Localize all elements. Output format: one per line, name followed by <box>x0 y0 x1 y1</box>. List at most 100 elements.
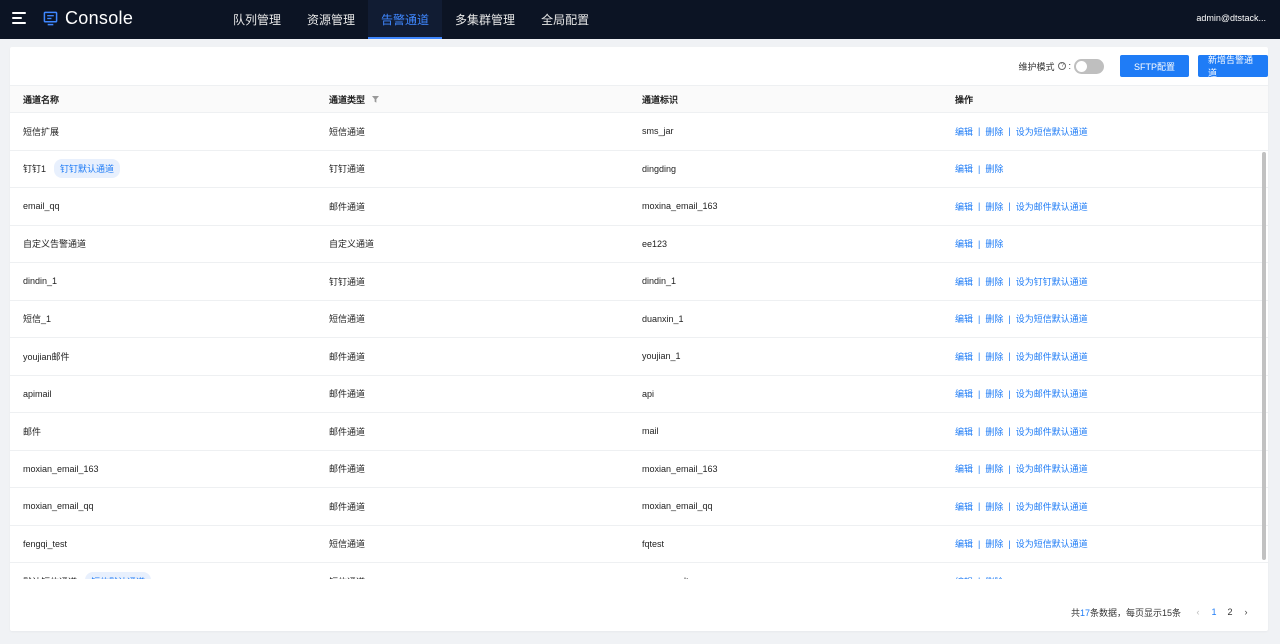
delete-link[interactable]: 删除 <box>985 312 1003 325</box>
cell-channel-id: api <box>642 388 655 399</box>
main-nav: 队列管理 资源管理 告警通道 多集群管理 全局配置 <box>220 0 602 39</box>
cell-actions: 编辑 | 删除 | 设为邮件默认通道 <box>955 451 1088 488</box>
nav-alert-channel[interactable]: 告警通道 <box>368 0 443 39</box>
table-row: moxian_email_qq 邮件通道 moxian_email_qq 编辑 | 删除 |… <box>10 488 1268 526</box>
edit-link[interactable]: 编辑 <box>955 237 973 250</box>
edit-link[interactable]: 编辑 <box>955 125 973 138</box>
table-header: 通道名称 通道类型 通道标识 操作 <box>10 85 1268 113</box>
channel-name-text: 默认短信通道 <box>23 575 77 579</box>
table-row: email_qq 邮件通道 moxina_email_163 编辑 | 删除 | 设为邮件默认… <box>10 188 1268 226</box>
maintenance-colon: : <box>1068 61 1071 71</box>
set-default-channel-link[interactable]: 设为邮件默认通道 <box>1016 462 1088 475</box>
next-page-chevron-right-icon[interactable]: › <box>1238 604 1254 620</box>
maintenance-mode-toggle[interactable] <box>1074 58 1104 74</box>
set-default-channel-link[interactable]: 设为钉钉默认通道 <box>1016 275 1088 288</box>
action-separator: | <box>978 276 981 287</box>
table-scrollbar[interactable] <box>1262 152 1266 560</box>
cell-channel-type: 邮件通道 <box>329 464 366 475</box>
edit-link[interactable]: 编辑 <box>955 162 973 175</box>
pagination-bar: 共17条数据，每页显示15条 ‹ 1 2 › <box>1071 593 1268 631</box>
delete-link[interactable]: 删除 <box>985 350 1003 363</box>
edit-link[interactable]: 编辑 <box>955 425 973 438</box>
column-header-actions: 操作 <box>955 94 974 105</box>
nav-queue-management[interactable]: 队列管理 <box>220 0 294 39</box>
page-2-button[interactable]: 2 <box>1222 604 1238 620</box>
delete-link[interactable]: 删除 <box>985 425 1003 438</box>
filter-icon[interactable] <box>372 95 380 103</box>
delete-link[interactable]: 删除 <box>985 537 1003 550</box>
set-default-channel-link[interactable]: 设为邮件默认通道 <box>1016 387 1088 400</box>
brand-title: Console <box>65 8 134 28</box>
table-row: 短信_1 短信通道 duanxin_1 编辑 | 删除 | 设为短信默认通道 <box>10 301 1268 338</box>
set-default-channel-link[interactable]: 设为邮件默认通道 <box>1016 425 1088 438</box>
nav-resource-management[interactable]: 资源管理 <box>294 0 368 39</box>
delete-link[interactable]: 删除 <box>985 462 1003 475</box>
channel-name-text: 自定义告警通道 <box>23 239 87 250</box>
cell-channel-name: apimail <box>23 376 52 413</box>
column-header-channel-id: 通道标识 <box>642 94 679 105</box>
toggle-knob <box>1076 60 1087 72</box>
set-default-channel-link[interactable]: 设为邮件默认通道 <box>1016 200 1088 213</box>
question-circle-icon[interactable]: ? <box>1058 62 1067 70</box>
edit-link[interactable]: 编辑 <box>955 537 973 550</box>
delete-link[interactable]: 删除 <box>985 200 1003 213</box>
set-default-channel-link[interactable]: 设为邮件默认通道 <box>1016 500 1088 513</box>
delete-link[interactable]: 删除 <box>985 500 1003 513</box>
cell-channel-name: 短信_1 <box>23 301 51 338</box>
edit-link[interactable]: 编辑 <box>955 200 973 213</box>
action-separator: | <box>978 501 981 512</box>
cell-channel-name: 默认短信通道 短信默认通道 <box>23 563 152 579</box>
set-default-channel-link[interactable]: 设为短信默认通道 <box>1016 537 1088 550</box>
delete-link[interactable]: 删除 <box>985 237 1003 250</box>
nav-multi-cluster-management[interactable]: 多集群管理 <box>442 0 528 39</box>
edit-link[interactable]: 编辑 <box>955 462 973 475</box>
nav-global-config[interactable]: 全局配置 <box>528 0 602 39</box>
delete-link[interactable]: 删除 <box>985 125 1003 138</box>
cell-channel-type: 邮件通道 <box>329 351 366 362</box>
action-separator: | <box>1008 501 1011 512</box>
edit-link[interactable]: 编辑 <box>955 350 973 363</box>
page-1-button[interactable]: 1 <box>1206 604 1222 620</box>
channel-name-text: 邮件 <box>23 426 42 437</box>
cell-channel-name: youjian邮件 <box>23 338 70 375</box>
cell-channel-id: ee123 <box>642 238 668 249</box>
cell-channel-type: 邮件通道 <box>329 501 366 512</box>
user-account-menu[interactable]: admin@dtstack... <box>1196 13 1266 23</box>
delete-link[interactable]: 删除 <box>985 575 1003 579</box>
delete-link[interactable]: 删除 <box>985 387 1003 400</box>
pagination-total: 共17条数据，每页显示15条 <box>1071 606 1181 619</box>
channel-name-text: apimail <box>23 388 52 399</box>
add-alert-channel-button[interactable]: 新增告警通道 <box>1198 55 1268 78</box>
action-separator: | <box>1008 351 1011 362</box>
edit-link[interactable]: 编辑 <box>955 312 973 325</box>
delete-link[interactable]: 删除 <box>985 275 1003 288</box>
edit-link[interactable]: 编辑 <box>955 500 973 513</box>
action-separator: | <box>978 576 980 579</box>
cell-actions: 编辑 | 删除 | 设为钉钉默认通道 <box>955 263 1088 300</box>
column-header-channel-type-label: 通道类型 <box>329 94 366 105</box>
alert-channel-table: 通道名称 通道类型 通道标识 操作 短信扩展 短信通道 sms_jar 编辑 | 删除 | 设… <box>10 85 1268 579</box>
action-separator: | <box>1008 538 1011 549</box>
edit-link[interactable]: 编辑 <box>955 387 973 400</box>
table-row: apimail 邮件通道 api 编辑 | 删除 | 设为邮件默认通道 <box>10 376 1268 413</box>
set-default-channel-link[interactable]: 设为短信默认通道 <box>1016 312 1088 325</box>
sftp-config-button[interactable]: SFTP配置 <box>1120 55 1189 77</box>
hamburger-menu-icon[interactable] <box>12 12 26 24</box>
cell-channel-name: 短信扩展 <box>23 113 59 150</box>
cell-channel-name: moxian_email_163 <box>23 451 99 488</box>
set-default-channel-link[interactable]: 设为短信默认通道 <box>1016 125 1088 138</box>
cell-channel-name: 自定义告警通道 <box>23 226 86 263</box>
action-separator: | <box>978 238 981 249</box>
cell-actions: 编辑 | 删除 | 设为短信默认通道 <box>955 526 1088 563</box>
channel-name-text: 钉钉1 <box>23 164 47 175</box>
column-header-channel-type: 通道类型 <box>329 86 380 112</box>
channel-name-text: fengqi_test <box>23 538 68 549</box>
console-logo-icon <box>43 11 58 26</box>
edit-link[interactable]: 编辑 <box>955 275 973 288</box>
cell-channel-id: moxina_email_163 <box>642 201 718 212</box>
prev-page-chevron-left-icon[interactable]: ‹ <box>1190 604 1206 620</box>
delete-link[interactable]: 删除 <box>985 162 1003 175</box>
cell-channel-type: 邮件通道 <box>329 201 366 212</box>
edit-link[interactable]: 编辑 <box>955 575 973 579</box>
set-default-channel-link[interactable]: 设为邮件默认通道 <box>1016 350 1088 363</box>
